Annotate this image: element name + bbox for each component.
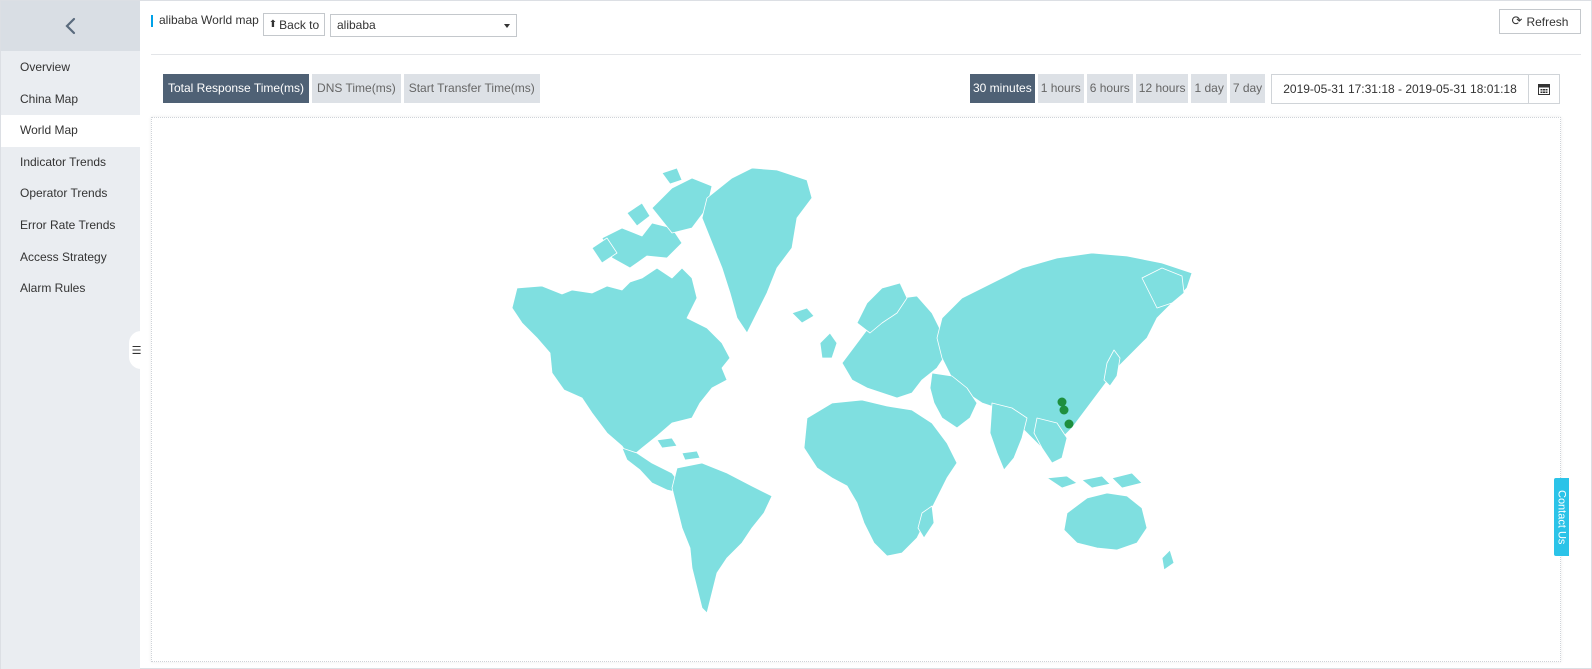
tab-12-hours[interactable]: 12 hours: [1135, 74, 1189, 103]
tab-dns-time[interactable]: DNS Time(ms): [312, 74, 401, 103]
world-map[interactable]: [152, 118, 1561, 662]
calendar-icon: [1538, 84, 1550, 95]
sidebar-item-error-rate-trends[interactable]: Error Rate Trends: [1, 210, 140, 242]
sidebar-back-button[interactable]: [1, 1, 140, 51]
iceland-shape[interactable]: [791, 307, 815, 324]
caribbean-islands-shape[interactable]: [656, 437, 701, 461]
back-to-label: Back to: [279, 17, 320, 32]
world-map-panel: [151, 117, 1561, 662]
date-range-input[interactable]: 2019-05-31 17:31:18 - 2019-05-31 18:01:1…: [1271, 74, 1529, 104]
calendar-button[interactable]: [1528, 74, 1560, 104]
metric-tabs: Total Response Time(ms) DNS Time(ms) Sta…: [163, 74, 540, 103]
australia-shape[interactable]: [1063, 492, 1148, 551]
tab-7-day[interactable]: 7 day: [1229, 74, 1266, 103]
sidebar-item-china-map[interactable]: China Map: [1, 84, 140, 116]
uk-ireland-shape[interactable]: [819, 332, 838, 359]
tab-1-day[interactable]: 1 day: [1191, 74, 1227, 103]
map-marker[interactable]: [1057, 397, 1067, 407]
tab-6-hours[interactable]: 6 hours: [1086, 74, 1133, 103]
sidebar-item-overview[interactable]: Overview: [1, 52, 140, 84]
site-select[interactable]: alibaba: [330, 14, 517, 37]
tab-start-transfer-time[interactable]: Start Transfer Time(ms): [403, 74, 540, 103]
back-to-button[interactable]: ⬆ Back to: [263, 13, 325, 36]
sidebar-item-access-strategy[interactable]: Access Strategy: [1, 242, 140, 274]
refresh-label: Refresh: [1526, 14, 1569, 29]
tab-total-response-time[interactable]: Total Response Time(ms): [163, 74, 310, 103]
new-zealand-shape[interactable]: [1161, 549, 1175, 571]
page-header: alibaba World map ⬆ Back to alibaba ⟳ Re…: [151, 1, 1591, 55]
contact-us-button[interactable]: Contact Us: [1554, 478, 1569, 556]
greenland-shape[interactable]: [701, 167, 813, 334]
site-select-value: alibaba: [337, 18, 376, 32]
tab-1-hours[interactable]: 1 hours: [1037, 74, 1084, 103]
map-marker[interactable]: [1064, 419, 1074, 429]
refresh-icon: ⟳: [1511, 14, 1523, 29]
refresh-button[interactable]: ⟳ Refresh: [1499, 9, 1581, 34]
chevron-left-icon: [64, 17, 75, 35]
title-accent-bar: [151, 15, 153, 27]
arrow-up-icon: ⬆: [268, 19, 278, 30]
indonesia-shape[interactable]: [1046, 472, 1143, 489]
south-america-shape[interactable]: [671, 462, 773, 614]
africa-shape[interactable]: [803, 399, 958, 557]
caret-down-icon: [504, 24, 510, 28]
sidebar-collapse-toggle[interactable]: ☰: [129, 331, 141, 369]
page-title: alibaba World map: [159, 13, 259, 27]
sidebar-item-alarm-rules[interactable]: Alarm Rules: [1, 273, 140, 305]
tab-30-minutes[interactable]: 30 minutes: [970, 74, 1035, 103]
time-range-tabs: 30 minutes 1 hours 6 hours 12 hours 1 da…: [970, 74, 1266, 103]
sidebar: Overview China Map World Map Indicator T…: [1, 1, 140, 669]
menu-collapse-icon: ☰: [131, 343, 142, 357]
sidebar-item-indicator-trends[interactable]: Indicator Trends: [1, 147, 140, 179]
sidebar-item-world-map[interactable]: World Map: [1, 115, 140, 147]
baffin-island-shape[interactable]: [651, 177, 713, 234]
map-marker[interactable]: [1059, 405, 1069, 415]
sidebar-item-operator-trends[interactable]: Operator Trends: [1, 178, 140, 210]
header-divider: [151, 54, 1581, 55]
north-america-shape[interactable]: [511, 267, 731, 459]
sidebar-nav: Overview China Map World Map Indicator T…: [1, 52, 140, 305]
